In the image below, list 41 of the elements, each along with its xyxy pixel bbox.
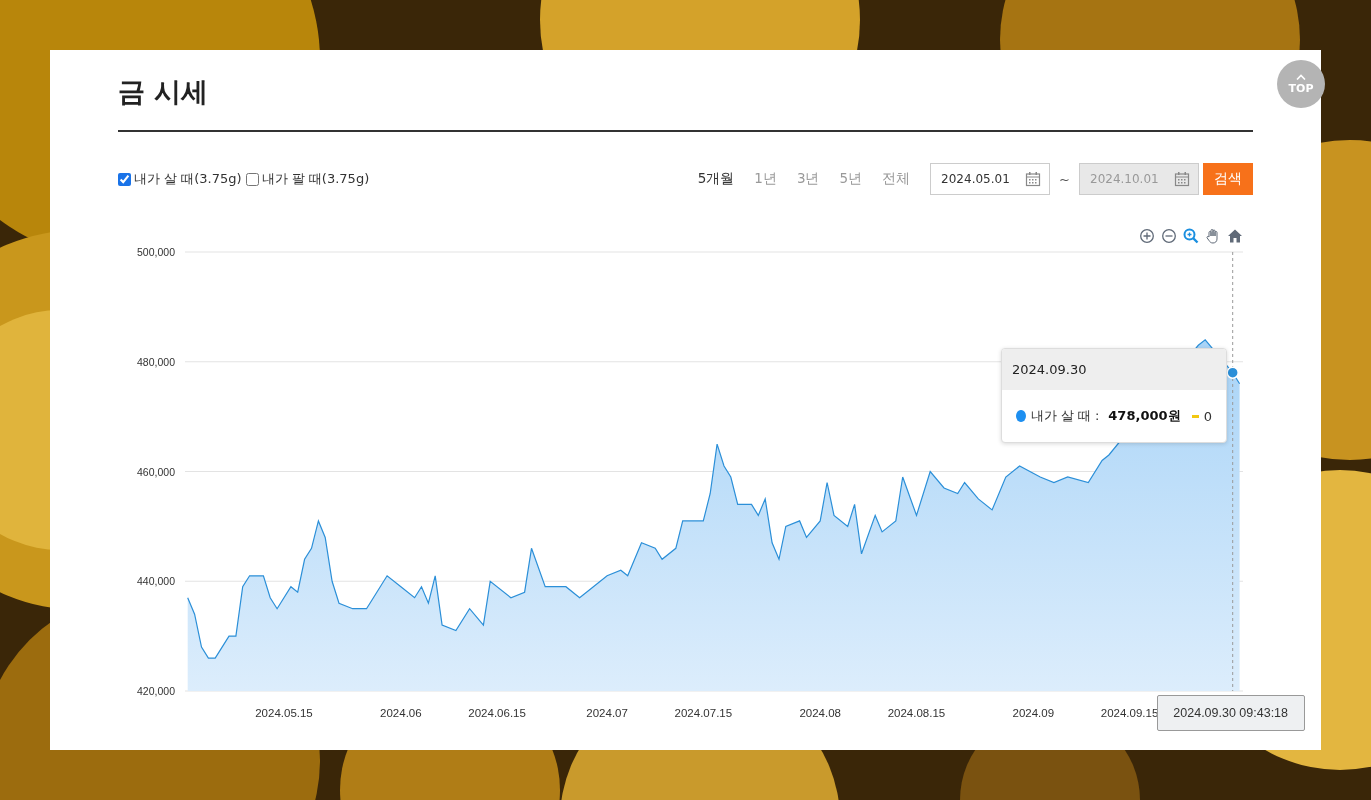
x-axis-label: 2024.07.15 (674, 707, 733, 719)
search-button[interactable]: 검색 (1203, 163, 1253, 195)
period-tab[interactable]: 5년 (839, 170, 863, 188)
zoom-in-icon[interactable] (1139, 228, 1155, 244)
checkbox[interactable] (118, 172, 131, 186)
start-date-field[interactable]: 2024.05.01 (930, 163, 1051, 195)
hand-icon[interactable] (1205, 228, 1221, 244)
x-axis-label: 2024.07 (586, 707, 628, 719)
checkbox[interactable] (245, 172, 259, 186)
series-value: 478,000원 (1108, 407, 1181, 425)
checkbox-label[interactable]: 내가 살 때(3.75g) (134, 170, 242, 188)
range-separator: ~ (1059, 171, 1070, 187)
y-axis-label: 480,000 (137, 355, 175, 368)
y-axis-label: 440,000 (137, 575, 175, 588)
x-axis-label: 2024.08 (799, 707, 841, 719)
period-tab[interactable]: 5개월 (697, 170, 735, 188)
x-axis-label: 2024.08.15 (887, 707, 946, 719)
y-axis-label: 460,000 (137, 465, 175, 478)
x-axis-label: 2024.09.15 (1100, 707, 1159, 719)
x-axis-label: 2024.06.15 (468, 707, 526, 719)
x-axis-label: 2024.05.15 (255, 707, 313, 719)
tooltip-date: 2024.09.30 (1002, 349, 1226, 390)
x-axis-label: 2024.09 (1012, 707, 1055, 719)
page-title: 금 시세 (118, 75, 209, 109)
home-icon[interactable] (1227, 228, 1243, 244)
y-axis-label: 420,000 (137, 685, 175, 697)
calendar-icon (1025, 171, 1042, 187)
checkbox-label[interactable]: 내가 팔 때(3.75g) (261, 170, 370, 188)
caret-up-icon (1296, 73, 1306, 80)
calendar-icon (1174, 171, 1190, 187)
period-tab[interactable]: 1년 (754, 170, 777, 188)
series-label: 내가 살 때 : (1030, 407, 1100, 425)
crosshair-time-label: 2024.09.30 09:43:18 (1156, 695, 1305, 731)
x-axis-label: 2024.06 (380, 707, 422, 719)
period-tab[interactable]: 3년 (796, 170, 820, 188)
period-tab[interactable]: 전체 (882, 170, 911, 188)
y-axis-label: 500,000 (137, 246, 175, 258)
scroll-top-button[interactable]: TOP (1277, 60, 1325, 108)
search-icon[interactable] (1183, 228, 1199, 244)
series-value: 0 (1203, 408, 1212, 424)
zoom-out-icon[interactable] (1161, 228, 1177, 244)
